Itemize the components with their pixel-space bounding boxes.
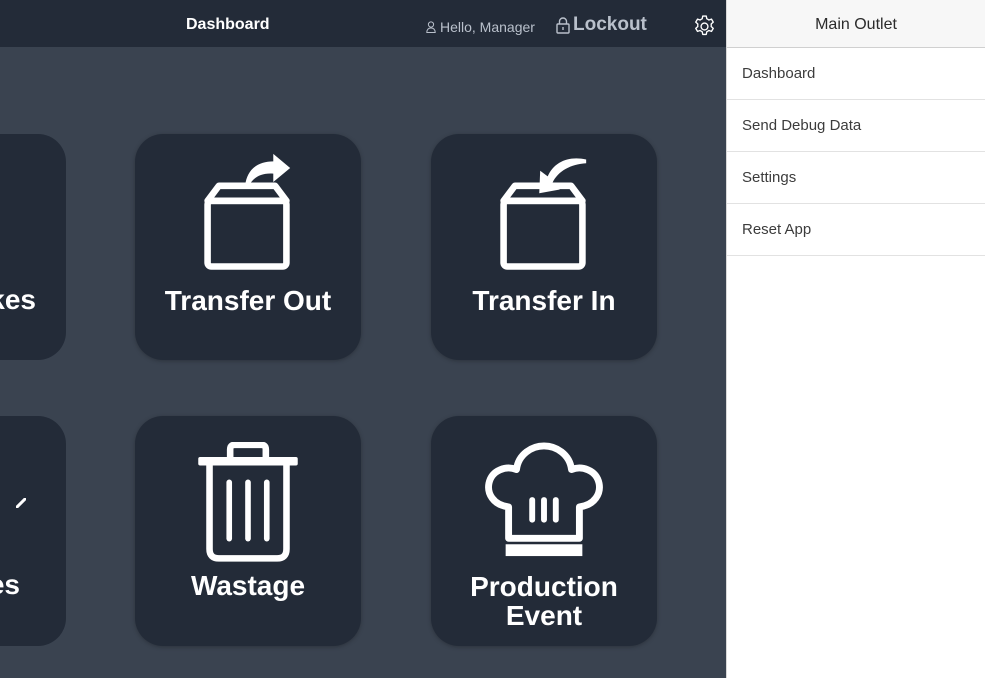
- trash-icon: [198, 442, 298, 562]
- dashboard-main: Dashboard Hello, Manager Lockout kes: [0, 0, 726, 678]
- menu-item-dashboard[interactable]: Dashboard: [727, 48, 985, 100]
- lockout-label: Lockout: [573, 14, 647, 35]
- transfer-out-tile[interactable]: Transfer Out: [135, 134, 361, 360]
- wastage-tile[interactable]: Wastage: [135, 416, 361, 646]
- top-bar: Dashboard Hello, Manager Lockout: [0, 0, 726, 47]
- menu-item-settings[interactable]: Settings: [727, 152, 985, 204]
- transfer-out-label: Transfer Out: [164, 285, 332, 316]
- tile-partial-top[interactable]: kes: [0, 134, 66, 360]
- chef-hat-icon: [485, 442, 603, 557]
- menu-item-send-debug-data[interactable]: Send Debug Data: [727, 100, 985, 152]
- transfer-in-tile[interactable]: Transfer In: [431, 134, 657, 360]
- tile-partial-bottom[interactable]: es: [0, 416, 66, 646]
- tile-partial-bottom-icon: [16, 498, 26, 508]
- transfer-out-icon: [204, 153, 291, 270]
- transfer-in-label: Transfer In: [472, 285, 616, 316]
- production-label-line1: Production: [470, 571, 618, 602]
- user-icon: [426, 21, 436, 33]
- lock-icon: [556, 16, 570, 34]
- panel-title: Main Outlet: [727, 0, 985, 48]
- lockout-button[interactable]: Lockout: [556, 14, 647, 36]
- user-greeting: Hello, Manager: [426, 19, 535, 35]
- greeting-text: Hello, Manager: [440, 19, 535, 35]
- wastage-label: Wastage: [190, 570, 306, 601]
- production-event-tile[interactable]: Production Event: [431, 416, 657, 646]
- gear-icon[interactable]: [692, 14, 717, 39]
- tile-partial-top-label: kes: [0, 284, 36, 315]
- production-label-line2: Event: [505, 600, 583, 631]
- menu-item-reset-app[interactable]: Reset App: [727, 204, 985, 256]
- page-title: Dashboard: [186, 16, 270, 33]
- side-panel: Main Outlet Dashboard Send Debug Data Se…: [726, 0, 985, 678]
- tile-partial-bottom-label: es: [0, 569, 20, 600]
- transfer-in-icon: [500, 158, 587, 270]
